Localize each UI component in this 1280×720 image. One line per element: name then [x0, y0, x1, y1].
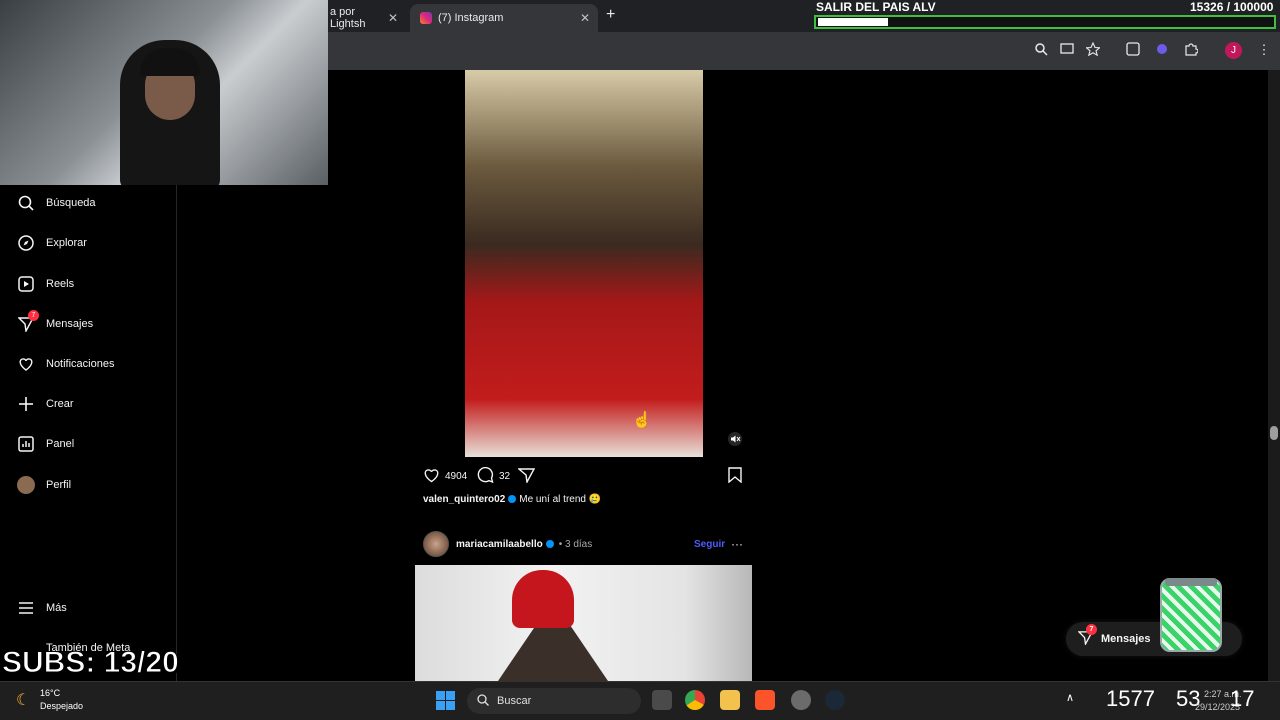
tab-label: a por Lightsh	[330, 6, 366, 30]
tab-label: (7) Instagram	[438, 12, 504, 24]
chrome-icon[interactable]	[685, 690, 705, 710]
weather-desc[interactable]: Despejado	[40, 701, 83, 711]
search-icon	[477, 693, 489, 709]
like-count: 4904	[445, 470, 468, 482]
unread-badge: 7	[28, 310, 39, 321]
file-explorer-icon[interactable]	[720, 690, 740, 710]
brave-icon[interactable]	[755, 690, 775, 710]
sidebar-item-label: Reels	[46, 278, 75, 290]
donation-jar-overlay	[1160, 578, 1222, 652]
messages-pill-label: Mensajes	[1101, 633, 1151, 645]
sidebar-item-label: Panel	[46, 438, 75, 450]
scrollbar-track[interactable]	[1268, 70, 1280, 681]
save-button[interactable]	[728, 466, 742, 486]
extension-icon[interactable]	[1125, 42, 1141, 58]
taskbar-search[interactable]: Buscar	[467, 688, 641, 714]
muted-icon[interactable]	[728, 432, 742, 446]
hamburger-menu-icon	[16, 598, 36, 618]
sidebar-item-panel[interactable]: Panel	[16, 432, 74, 456]
tray-chevron-icon[interactable]: ∧	[1066, 691, 1074, 704]
sidebar-item-reels[interactable]: Reels	[16, 272, 74, 296]
bookmark-icon	[728, 466, 742, 486]
dashboard-icon	[16, 434, 36, 454]
comment-count: 32	[499, 470, 511, 482]
sidebar-item-busqueda[interactable]: Búsqueda	[16, 191, 96, 215]
sidebar-item-explorar[interactable]: Explorar	[16, 231, 87, 255]
instagram-icon	[420, 12, 432, 24]
sidebar-item-label: Explorar	[46, 237, 87, 249]
clock-overlay-digits: 1577	[1106, 686, 1155, 711]
comment-button[interactable]: 32	[477, 466, 511, 486]
sidebar-item-label: Mensajes	[46, 318, 94, 330]
reels-icon	[16, 274, 36, 294]
share-button[interactable]	[517, 467, 536, 486]
post-time: • 3 días	[558, 538, 593, 550]
new-tab-button[interactable]: +	[606, 6, 615, 24]
task-view-icon[interactable]	[652, 690, 672, 710]
moon-weather-icon[interactable]: ☾	[16, 690, 30, 710]
sidebar-item-notificaciones[interactable]: Notificaciones	[16, 352, 114, 376]
taskbar-search-label: Buscar	[497, 695, 532, 707]
verified-badge-icon	[508, 495, 517, 504]
windows-start-icon[interactable]	[436, 691, 455, 710]
heart-icon	[423, 467, 440, 486]
app-icon[interactable]	[791, 690, 811, 710]
sidebar-item-perfil[interactable]: Perfil	[16, 473, 71, 497]
sidebar-item-label: Perfil	[46, 479, 72, 491]
sidebar-item-crear[interactable]: Crear	[16, 392, 74, 416]
sidebar-item-mas[interactable]: Más	[16, 596, 67, 620]
goal-count: 15326 / 100000	[1190, 0, 1274, 14]
unread-badge: 7	[1086, 624, 1097, 635]
follow-button[interactable]: Seguir	[694, 539, 725, 550]
post-caption: valen_quintero02 Me uní al trend 🥲	[423, 494, 601, 505]
like-button[interactable]: 4904	[423, 468, 467, 484]
sidebar-item-label: Notificaciones	[46, 358, 115, 370]
avatar	[16, 475, 36, 495]
puzzle-icon[interactable]	[1183, 42, 1199, 58]
menu-dots-icon[interactable]: ⋮	[1256, 42, 1272, 58]
webcam-overlay	[0, 0, 328, 185]
goal-title: SALIR DEL PAIS ALV	[816, 0, 936, 14]
messenger-icon: 7	[1077, 624, 1097, 648]
avatar[interactable]	[423, 531, 449, 557]
jar-lid	[1165, 578, 1217, 586]
comment-icon	[477, 466, 494, 486]
hand-cursor-icon: ☝	[632, 412, 652, 429]
post-video-frame[interactable]	[465, 70, 703, 457]
clock-overlay-digits: 17	[1230, 686, 1255, 711]
verified-badge-icon	[545, 540, 554, 548]
messenger-icon: 7	[16, 310, 39, 334]
heart-icon	[16, 354, 36, 374]
more-options-icon[interactable]: ···	[731, 537, 743, 551]
sidebar-item-label: Búsqueda	[46, 197, 96, 209]
steam-icon[interactable]	[825, 690, 845, 710]
profile-avatar[interactable]: J	[1225, 42, 1242, 59]
zoom-icon[interactable]	[1033, 42, 1049, 58]
scrollbar-thumb[interactable]	[1270, 426, 1278, 440]
sidebar-item-label: Crear	[46, 398, 74, 410]
bookmark-star-icon[interactable]	[1085, 41, 1101, 58]
caption-username[interactable]: valen_quintero02	[423, 494, 505, 505]
sidebar-item-mensajes[interactable]: 7 Mensajes	[16, 310, 94, 336]
compass-icon	[16, 233, 36, 253]
share-icon	[517, 467, 536, 486]
plus-icon	[16, 394, 36, 414]
close-tab-icon[interactable]: ✕	[580, 11, 590, 25]
install-app-icon[interactable]	[1059, 42, 1075, 58]
post-username[interactable]: mariacamilaabello	[456, 539, 543, 550]
extension-icon[interactable]	[1154, 42, 1170, 58]
weather-temp[interactable]: 16°C	[40, 688, 60, 698]
close-tab-icon[interactable]: ✕	[388, 11, 398, 25]
search-icon	[16, 193, 36, 213]
goal-progress-fill	[818, 18, 888, 26]
tab-lightshot[interactable]: a por Lightsh ✕	[330, 4, 406, 32]
tab-instagram[interactable]: (7) Instagram ✕	[410, 4, 598, 32]
red-bow-shape	[512, 570, 574, 628]
post-header: mariacamilaabello • 3 días Seguir ···	[423, 531, 753, 557]
subs-counter-overlay: SUBS: 13/20	[2, 646, 180, 680]
sidebar-item-label: Más	[46, 602, 67, 614]
caption-text: Me uní al trend 🥲	[519, 494, 602, 505]
